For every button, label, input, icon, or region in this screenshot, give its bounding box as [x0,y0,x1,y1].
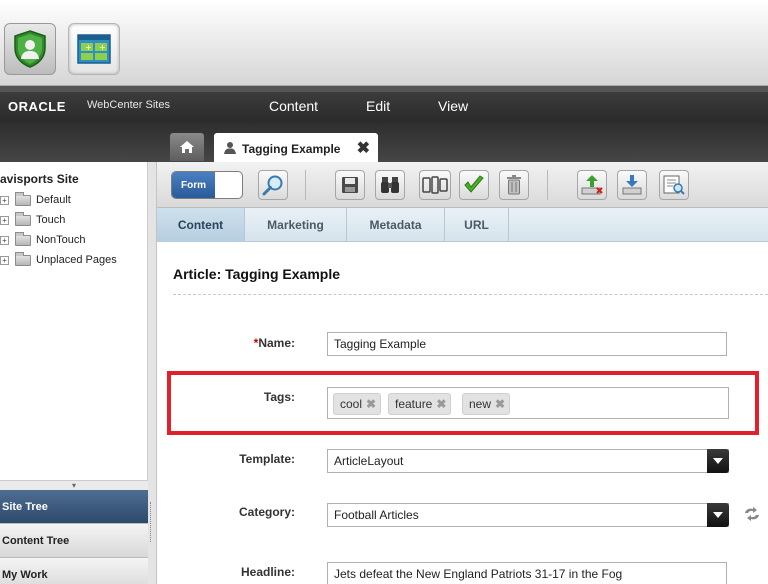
search-button[interactable] [258,170,288,200]
template-select[interactable]: ArticleLayout [327,449,729,473]
inspect-button[interactable] [375,170,405,200]
expand-icon[interactable]: + [0,215,9,225]
svg-text:+: + [85,43,92,52]
app-launcher-bar: + + [0,0,768,86]
preview-button[interactable] [659,170,689,200]
tree-item-label: Default [36,194,71,206]
home-tab[interactable] [170,133,204,161]
publish-icon [581,175,603,195]
category-value: Football Articles [334,508,419,522]
category-label: Category: [238,505,295,519]
subtab-marketing[interactable]: Marketing [245,208,347,242]
dropdown-button[interactable] [707,503,729,527]
tree-item-label: Touch [36,214,66,226]
user-app-button[interactable] [4,23,56,75]
publish-button[interactable] [577,170,607,200]
tab-label: Tagging Example [242,142,341,156]
menu-edit[interactable]: Edit [366,98,390,114]
approve-icon [464,175,484,193]
preview-icon [663,175,685,195]
form-view-toggle[interactable]: Form [171,171,243,199]
site-tree-title: avisports Site [0,172,79,186]
form-toggle-label: Form [172,172,215,198]
template-label: Template: [239,452,295,466]
subtab-url[interactable]: URL [445,208,509,242]
chevron-down-icon [713,458,723,464]
chevron-down-icon [713,512,723,518]
nav-my-work[interactable]: My Work [0,558,148,584]
grid-plus-icon: + + [77,34,111,64]
splitter-grip[interactable] [150,502,154,542]
import-button[interactable] [617,170,647,200]
person-icon [224,142,236,154]
page-title: Article: Tagging Example [173,266,340,282]
template-value: ArticleLayout [334,454,404,468]
tree-item-unplaced-pages[interactable]: + Unplaced Pages [0,251,117,269]
binoculars-icon [381,177,399,193]
subtab-content[interactable]: Content [157,208,245,242]
devices-icon [422,176,448,194]
subtab-metadata[interactable]: Metadata [347,208,445,242]
nav-site-tree[interactable]: Site Tree [0,490,148,524]
close-tab-icon[interactable]: ✖ [357,138,370,158]
panel-splitter[interactable] [148,162,157,584]
save-icon [342,177,358,193]
preview-devices-button[interactable] [419,170,451,200]
tree-item-label: NonTouch [36,234,86,246]
title-divider [173,294,768,295]
save-button[interactable] [335,170,365,200]
home-icon [180,141,194,153]
tree-item-label: Unplaced Pages [36,254,117,266]
expand-icon[interactable]: + [0,195,9,205]
name-input[interactable]: Tagging Example [327,332,727,356]
main-menu-bar: ORACLE WebCenter Sites Content Edit View [0,92,768,122]
oracle-logo: ORACLE [8,99,66,114]
approve-button[interactable] [459,170,489,200]
tree-item-nontouch[interactable]: + NonTouch [0,231,86,249]
tree-item-touch[interactable]: + Touch [0,211,65,229]
name-label-text: Name: [258,336,295,350]
sites-app-button[interactable]: + + [68,23,120,75]
headline-input[interactable]: Jets defeat the New England Patriots 31-… [327,562,727,584]
folder-icon [15,251,31,266]
panel-collapse-handle[interactable]: ▾ [0,480,148,490]
headline-label: Headline: [240,565,295,579]
edit-toolbar: Form [157,162,768,208]
svg-text:+: + [99,43,106,52]
search-icon [262,175,283,196]
folder-icon [15,231,31,246]
shield-user-icon [14,30,46,68]
import-icon [622,175,642,195]
tags-highlight-frame [167,371,759,435]
dropdown-button[interactable] [707,449,729,473]
folder-icon [15,191,31,206]
category-select[interactable]: Football Articles [327,503,729,527]
expand-icon[interactable]: + [0,235,9,245]
toolbar-separator [547,170,548,200]
refresh-icon[interactable] [743,507,761,521]
name-label: *Name: [217,336,295,350]
delete-button[interactable] [499,170,529,200]
folder-icon [15,211,31,226]
content-subtabs: Content Marketing Metadata URL [157,208,768,242]
document-tab-strip [0,122,768,162]
product-name: WebCenter Sites [87,99,170,111]
tab-tagging-example[interactable]: Tagging Example ✖ [214,133,378,162]
delete-icon [507,175,521,195]
menu-content[interactable]: Content [269,98,318,114]
tree-item-default[interactable]: + Default [0,191,71,209]
expand-icon[interactable]: + [0,255,9,265]
toolbar-separator [305,170,306,200]
menu-view[interactable]: View [438,98,468,114]
nav-content-tree[interactable]: Content Tree [0,524,148,558]
